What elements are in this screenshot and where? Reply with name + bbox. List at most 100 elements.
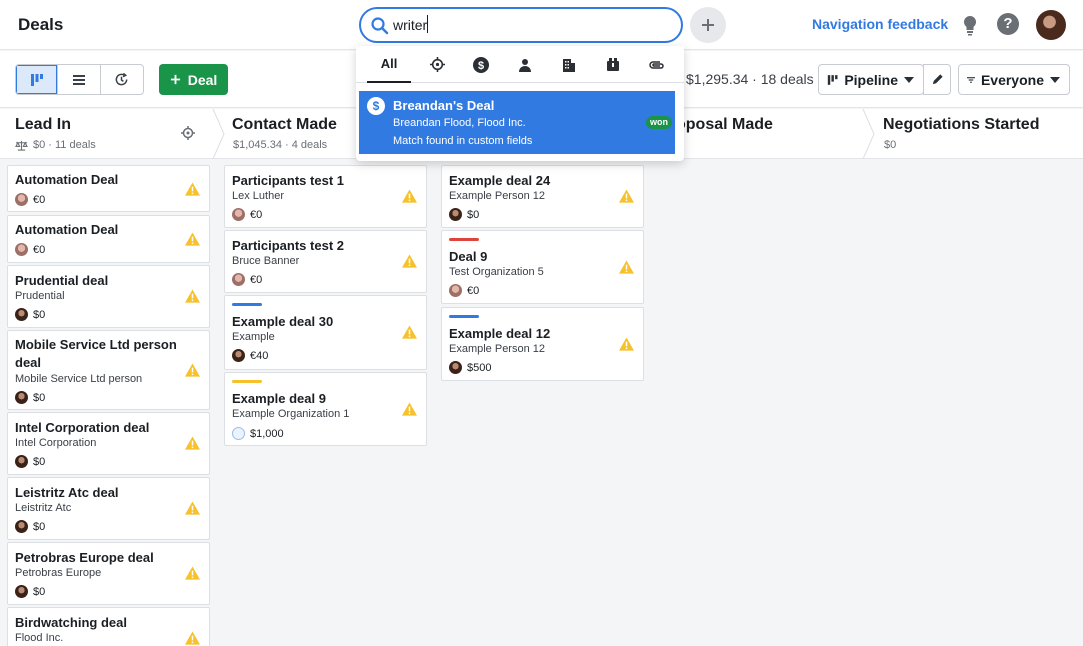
deal-subtitle: Example Person 12 bbox=[449, 343, 545, 355]
deal-card[interactable]: Birdwatching deal Flood Inc. bbox=[7, 607, 210, 646]
deal-card[interactable]: Mobile Service Ltd person deal Mobile Se… bbox=[7, 330, 210, 410]
tab-deals[interactable]: $ bbox=[459, 46, 503, 83]
plus-icon bbox=[702, 19, 714, 31]
deal-card[interactable]: Intel Corporation deal Intel Corporation… bbox=[7, 412, 210, 475]
quick-add-button[interactable] bbox=[690, 7, 726, 43]
deal-subtitle: Petrobras Europe bbox=[15, 567, 102, 579]
user-avatar[interactable] bbox=[1036, 10, 1066, 40]
avatar bbox=[15, 243, 28, 256]
help-icon[interactable]: ? bbox=[997, 13, 1019, 35]
product-box-icon bbox=[607, 58, 619, 71]
deal-card[interactable]: Participants test 2 Bruce Banner €0 bbox=[224, 230, 427, 293]
stage-proposal-made: oposal Made bbox=[665, 109, 865, 159]
search-result-item[interactable]: $ Breandan's Deal Breandan Flood, Flood … bbox=[359, 91, 675, 154]
deal-card[interactable]: Example deal 24 Example Person 12 $0 bbox=[441, 165, 644, 228]
deal-card[interactable]: Automation Deal €0 bbox=[7, 165, 210, 212]
stage-negotiations-started: Negotiations Started $0 bbox=[876, 109, 1083, 159]
deal-value: $0 bbox=[33, 586, 46, 598]
list-view-button[interactable] bbox=[58, 65, 101, 94]
avatar bbox=[15, 193, 28, 206]
kanban-icon bbox=[827, 74, 838, 85]
list-icon bbox=[73, 74, 86, 85]
stage-summary: $1,045.34 · 4 deals bbox=[233, 139, 328, 151]
tab-products[interactable] bbox=[591, 46, 635, 83]
warning-icon bbox=[619, 260, 634, 274]
deal-subtitle: Example bbox=[232, 331, 275, 343]
deal-title: Prudential deal bbox=[15, 273, 109, 288]
result-match-note: Match found in custom fields bbox=[393, 135, 533, 147]
tab-people[interactable] bbox=[503, 46, 547, 83]
deal-subtitle: Bruce Banner bbox=[232, 255, 300, 267]
deal-card[interactable]: Participants test 1 Lex Luther €0 bbox=[224, 165, 427, 228]
deal-title: Petrobras Europe deal bbox=[15, 550, 154, 565]
target-icon bbox=[429, 57, 445, 72]
deal-card[interactable]: Petrobras Europe deal Petrobras Europe $… bbox=[7, 542, 210, 605]
global-search bbox=[359, 7, 683, 43]
deal-title: Example deal 24 bbox=[449, 173, 551, 188]
deal-subtitle: Leistritz Atc bbox=[15, 502, 72, 514]
warning-icon bbox=[402, 402, 417, 416]
building-icon bbox=[563, 58, 575, 72]
deal-title: Intel Corporation deal bbox=[15, 420, 150, 435]
warning-icon bbox=[185, 566, 200, 580]
deal-value: $0 bbox=[33, 309, 46, 321]
page-title: Deals bbox=[18, 15, 64, 34]
deal-title: Participants test 1 bbox=[232, 173, 344, 188]
deal-title: Automation Deal bbox=[15, 222, 119, 237]
forecast-view-button[interactable] bbox=[101, 65, 143, 94]
search-input[interactable] bbox=[393, 15, 663, 35]
tab-all[interactable]: All bbox=[367, 46, 411, 83]
avatar bbox=[15, 520, 28, 533]
edit-pipeline-button[interactable] bbox=[923, 64, 951, 95]
chevron-down-icon bbox=[1050, 76, 1060, 83]
warning-icon bbox=[402, 189, 417, 203]
tab-files[interactable] bbox=[635, 46, 679, 83]
stage-summary: $0 · 11 deals bbox=[33, 139, 96, 151]
avatar bbox=[449, 361, 462, 374]
deal-subtitle: Flood Inc. bbox=[15, 632, 64, 644]
label-color-bar bbox=[449, 238, 479, 241]
text-cursor bbox=[427, 15, 428, 33]
navigation-feedback-link[interactable]: Navigation feedback bbox=[812, 16, 948, 32]
pipeline-view-button[interactable] bbox=[16, 65, 59, 94]
deal-subtitle: Mobile Service Ltd person bbox=[15, 373, 143, 385]
warning-icon bbox=[619, 189, 634, 203]
deal-subtitle: Example Organization 1 bbox=[232, 408, 350, 420]
tab-organizations[interactable] bbox=[547, 46, 591, 83]
pipeline-select[interactable]: Pipeline bbox=[818, 64, 924, 95]
column-proposal-made: Example deal 24 Example Person 12 $0 Dea… bbox=[434, 159, 651, 646]
deal-title: Example deal 30 bbox=[232, 314, 334, 329]
deal-subtitle: Intel Corporation bbox=[15, 437, 97, 449]
stage-name: Lead In bbox=[15, 116, 72, 133]
warning-icon bbox=[402, 325, 417, 339]
deal-value: $0 bbox=[33, 392, 46, 404]
avatar bbox=[15, 585, 28, 598]
result-title: Breandan's Deal bbox=[393, 98, 495, 113]
deal-value: $0 bbox=[33, 521, 46, 533]
deal-card[interactable]: Deal 9 Test Organization 5 €0 bbox=[441, 230, 644, 304]
deal-card[interactable]: Example deal 30 Example €40 bbox=[224, 295, 427, 370]
warning-icon bbox=[619, 337, 634, 351]
label-color-bar bbox=[232, 303, 262, 306]
add-deal-label: Deal bbox=[187, 71, 218, 88]
lightbulb-icon[interactable] bbox=[958, 13, 982, 37]
svg-text:$: $ bbox=[478, 60, 484, 72]
deal-subtitle: Test Organization 5 bbox=[449, 266, 544, 278]
add-deal-button[interactable]: Deal bbox=[159, 64, 228, 95]
deal-card[interactable]: Automation Deal €0 bbox=[7, 215, 210, 263]
kanban-icon bbox=[30, 73, 43, 86]
owner-filter-label: Everyone bbox=[980, 71, 1044, 88]
deal-card[interactable]: Example deal 9 Example Organization 1 $1… bbox=[224, 372, 427, 446]
deal-title: Example deal 12 bbox=[449, 326, 551, 341]
deal-card[interactable]: Leistritz Atc deal Leistritz Atc $0 bbox=[7, 477, 210, 540]
deal-card[interactable]: Prudential deal Prudential $0 bbox=[7, 265, 210, 328]
owner-filter-select[interactable]: Everyone bbox=[958, 64, 1070, 95]
deal-card[interactable]: Example deal 12 Example Person 12 $500 bbox=[441, 307, 644, 381]
pipeline-summary: $1,295.34 · 18 deals bbox=[686, 71, 814, 87]
avatar bbox=[232, 427, 245, 440]
target-icon[interactable] bbox=[181, 126, 195, 140]
warning-icon bbox=[185, 436, 200, 450]
tab-leads[interactable] bbox=[415, 46, 459, 83]
avatar bbox=[15, 391, 28, 404]
label-color-bar bbox=[232, 380, 262, 383]
